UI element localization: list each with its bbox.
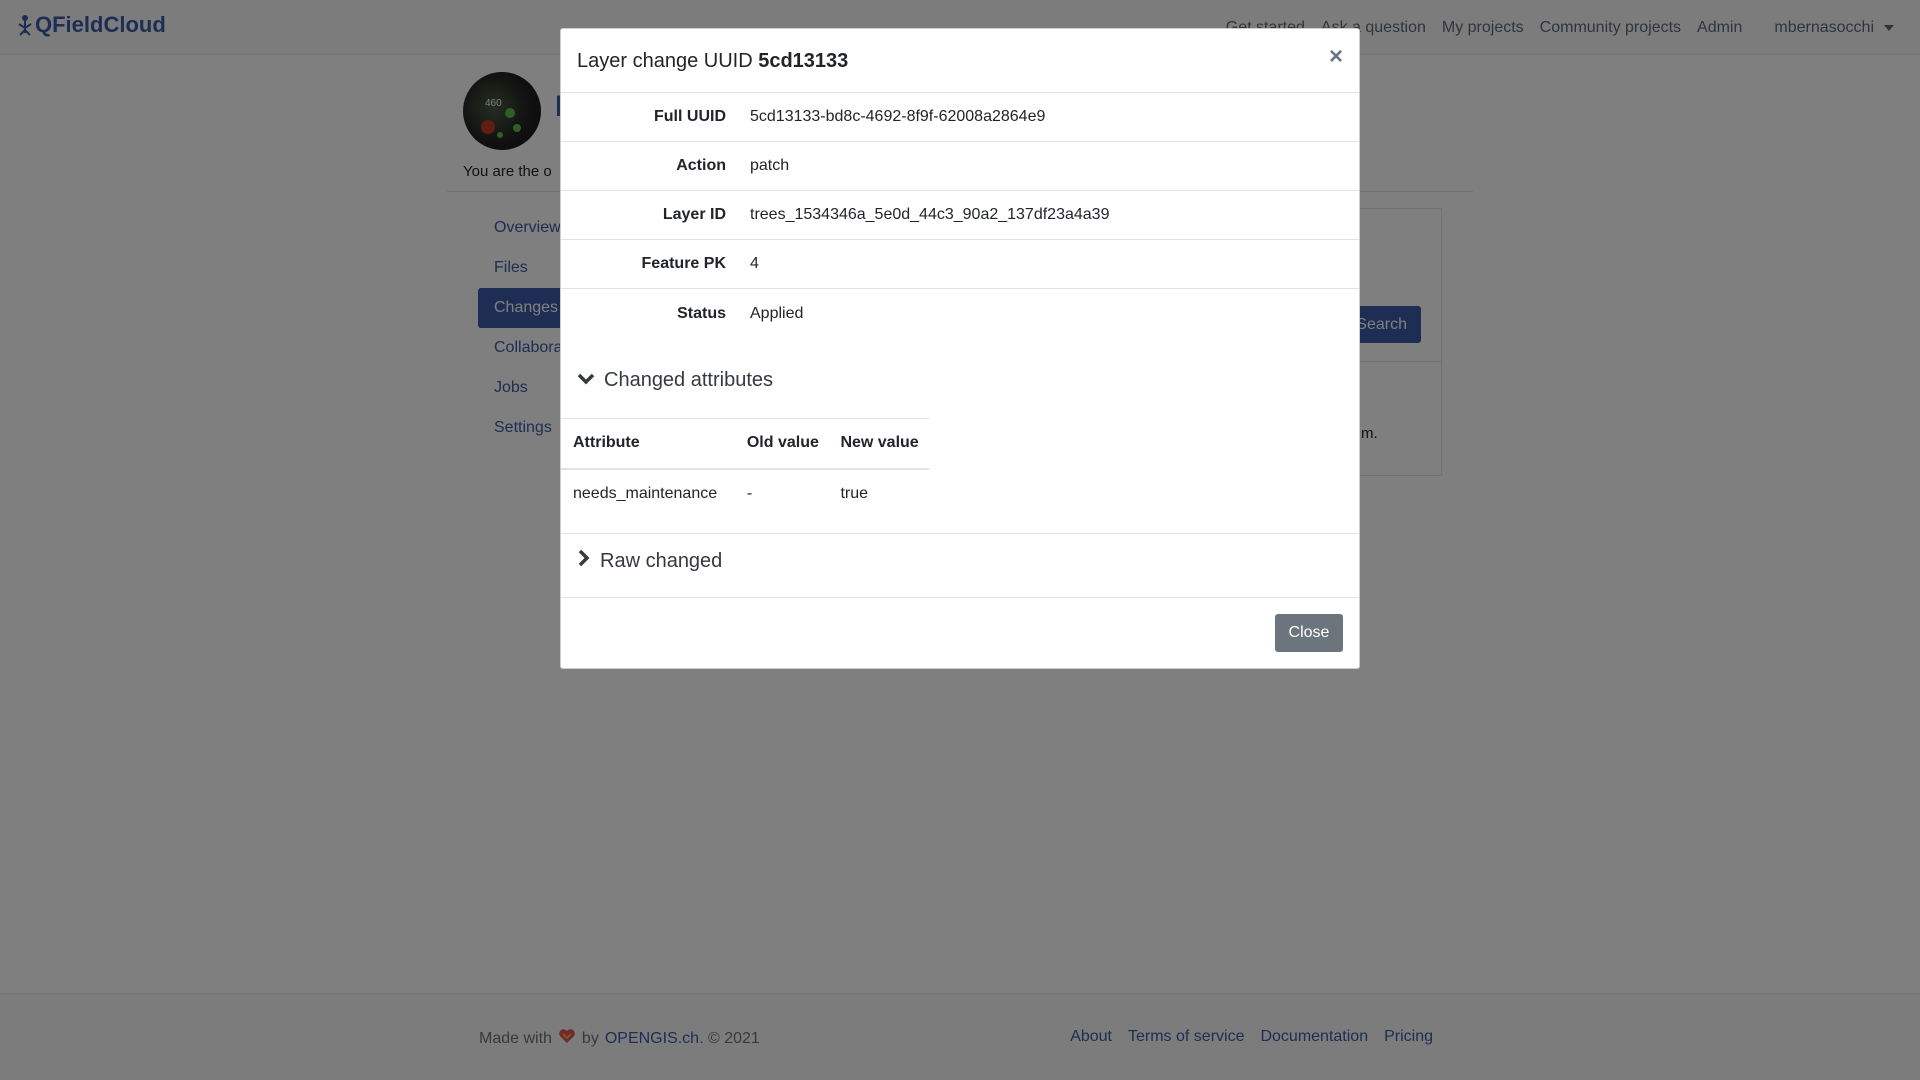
detail-value: Applied bbox=[750, 304, 804, 322]
layer-change-modal: Layer change UUID 5cd13133 × Full UUID 5… bbox=[560, 28, 1360, 669]
detail-row-action: Action patch bbox=[561, 142, 1359, 191]
modal-title-uuid: 5cd13133 bbox=[758, 50, 849, 72]
detail-label: Feature PK bbox=[641, 255, 726, 272]
detail-row-feature-pk: Feature PK 4 bbox=[561, 240, 1359, 289]
detail-value: patch bbox=[750, 157, 790, 174]
modal-title-prefix: Layer change UUID bbox=[577, 50, 753, 72]
raw-changed-toggle[interactable]: Raw changed bbox=[561, 549, 722, 573]
modal-title: Layer change UUID 5cd13133 bbox=[577, 50, 1343, 73]
detail-value: trees_1534346a_5e0d_44c3_90a2_137df23a4a… bbox=[750, 206, 1110, 223]
detail-row-layer-id: Layer ID trees_1534346a_5e0d_44c3_90a2_1… bbox=[561, 191, 1359, 240]
detail-label: Full UUID bbox=[654, 108, 726, 125]
detail-row-status: Status Applied bbox=[561, 289, 1359, 338]
column-header-new-value: New value bbox=[828, 418, 929, 470]
modal-footer-divider bbox=[561, 597, 1359, 598]
detail-value: 5cd13133-bd8c-4692-8f9f-62008a2864e9 bbox=[750, 108, 1046, 125]
table-row: needs_maintenance - true bbox=[561, 469, 929, 519]
detail-value: 4 bbox=[750, 255, 759, 272]
detail-label: Layer ID bbox=[662, 206, 726, 223]
changed-attributes-label: Changed attributes bbox=[604, 369, 774, 391]
detail-label: Action bbox=[676, 157, 726, 174]
chevron-right-icon bbox=[577, 549, 591, 573]
section-divider bbox=[561, 533, 1359, 534]
column-header-attribute: Attribute bbox=[561, 418, 735, 470]
changed-attributes-table: Attribute Old value New value needs_main… bbox=[561, 418, 929, 519]
old-value-cell: - bbox=[746, 485, 753, 502]
change-details: Full UUID 5cd13133-bd8c-4692-8f9f-62008a… bbox=[561, 93, 1359, 338]
table-header-row: Attribute Old value New value bbox=[561, 418, 929, 470]
detail-label: Status bbox=[677, 304, 726, 322]
new-value-cell: true bbox=[840, 485, 869, 502]
chevron-down-icon bbox=[577, 369, 595, 392]
raw-changed-label: Raw changed bbox=[600, 549, 723, 572]
close-button[interactable]: Close bbox=[1275, 614, 1343, 652]
close-icon[interactable]: × bbox=[1329, 45, 1343, 69]
attribute-cell: needs_maintenance bbox=[573, 485, 718, 502]
changed-attributes-toggle[interactable]: Changed attributes bbox=[561, 369, 773, 392]
column-header-old-value: Old value bbox=[734, 418, 829, 470]
modal-header: Layer change UUID 5cd13133 × bbox=[561, 29, 1359, 93]
detail-row-full-uuid: Full UUID 5cd13133-bd8c-4692-8f9f-62008a… bbox=[561, 93, 1359, 142]
